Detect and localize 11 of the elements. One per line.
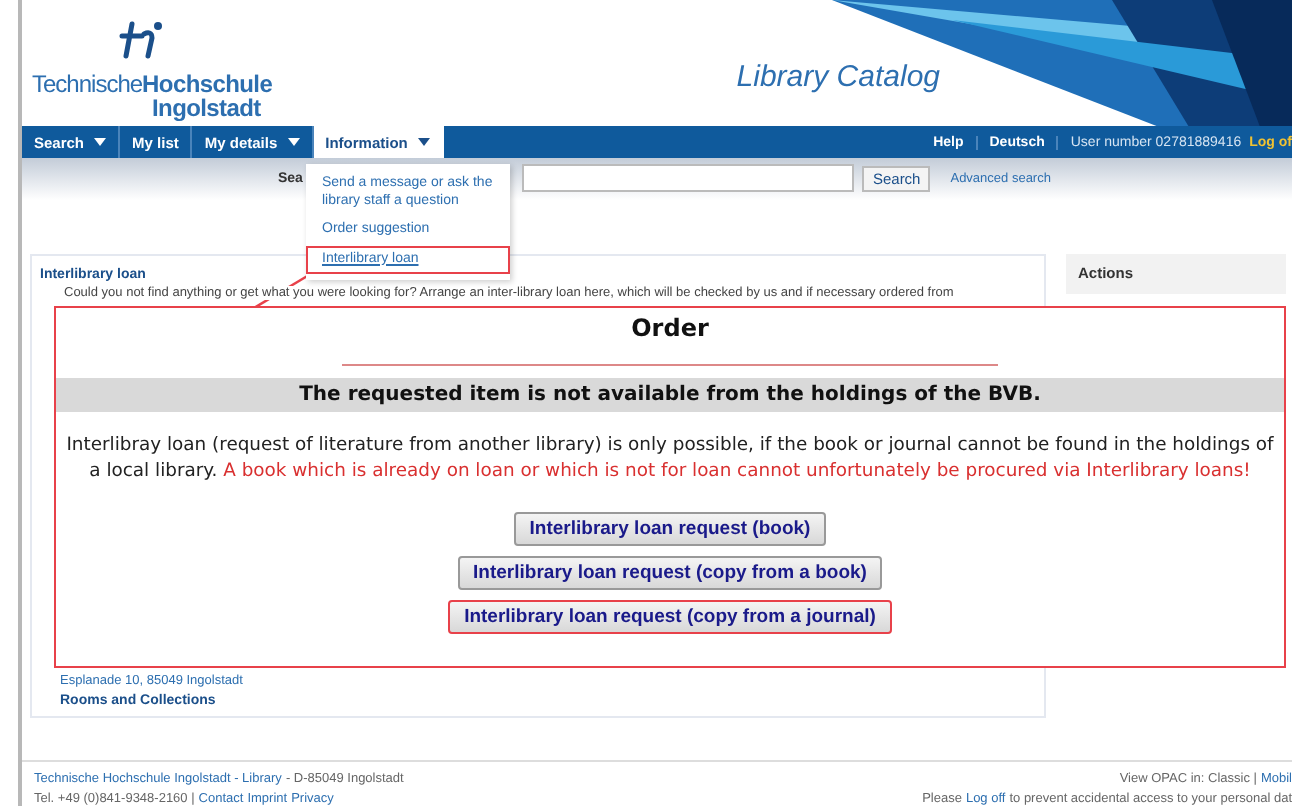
availability-notice: The requested item is not available from the holdings of the BVB.: [56, 378, 1284, 412]
logo-text: Technische: [32, 70, 143, 99]
loan-request-button[interactable]: Interlibrary loan request (copy from a journal): [448, 600, 892, 634]
logo-text: Ingolstadt: [152, 98, 263, 121]
catalog-title: Library Catalog: [736, 60, 940, 95]
search-field[interactable]: [522, 164, 855, 193]
loan-request-button[interactable]: Interlibrary loan request (book): [513, 512, 827, 546]
info-paragraph: Interlibray loan (request of literature from another library) is only possible, if the book or journal cannot be found in the holdings of a local library. A book which is already on loan or which is not for loan cannot unfortunately be procured via Interlibrary loans!: [64, 434, 1276, 484]
dialog-title: Order: [631, 314, 709, 342]
logo-text: Hochschule: [142, 74, 273, 97]
loan-request-button[interactable]: Interlibrary loan request (copy from a book): [457, 556, 883, 590]
